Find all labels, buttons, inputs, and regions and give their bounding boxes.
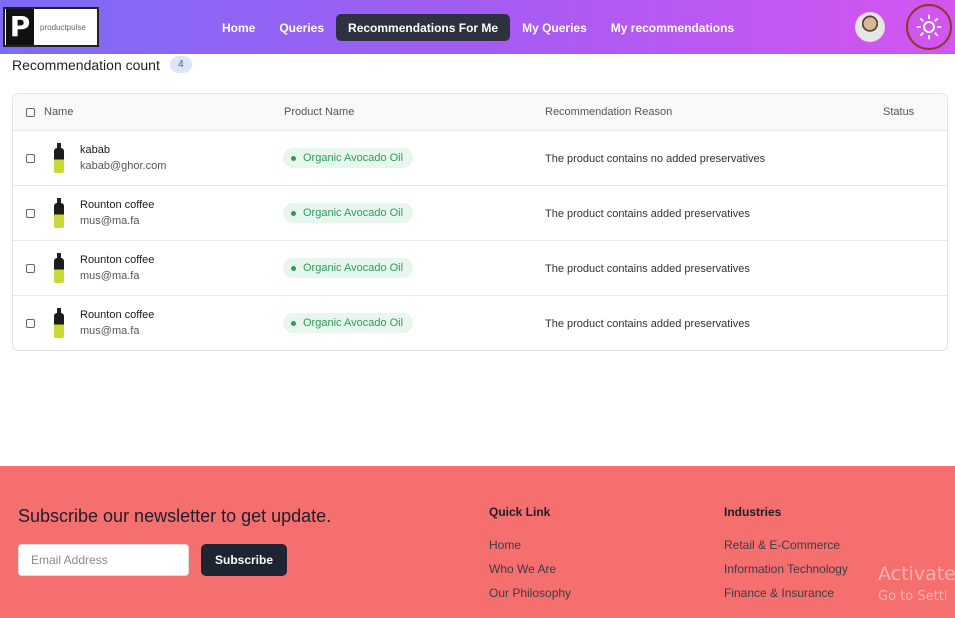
product-name: Organic Avocado Oil — [303, 207, 404, 219]
row-checkbox[interactable] — [26, 154, 35, 163]
footer-link-retail[interactable]: Retail & E-Commerce — [724, 538, 840, 552]
recommendation-count-row: Recommendation count 4 — [12, 56, 192, 73]
recommendation-count-badge: 4 — [169, 56, 192, 73]
product-badge: Organic Avocado Oil — [283, 258, 414, 278]
product-name: Organic Avocado Oil — [303, 262, 404, 274]
recommender-email: kabab@ghor.com — [80, 160, 167, 172]
select-all-checkbox[interactable] — [26, 108, 35, 117]
product-thumbnail — [53, 143, 65, 174]
recommendation-reason: The product contains added preservatives — [545, 208, 750, 220]
status-dot-icon — [291, 265, 296, 271]
recommender-email: mus@ma.fa — [80, 270, 140, 282]
product-badge: Organic Avocado Oil — [283, 148, 414, 168]
theme-toggle-button[interactable] — [906, 4, 952, 50]
newsletter-email-input[interactable] — [18, 544, 189, 576]
table-row: kabab kabab@ghor.com Organic Avocado Oil… — [13, 131, 947, 186]
logo-text: productpulse — [40, 22, 86, 32]
table-row: Rounton coffee mus@ma.fa Organic Avocado… — [13, 296, 947, 350]
recommender-name: Rounton coffee — [80, 309, 155, 321]
quick-link-heading: Quick Link — [489, 505, 551, 519]
recommender-email: mus@ma.fa — [80, 325, 140, 337]
table-row: Rounton coffee mus@ma.fa Organic Avocado… — [13, 241, 947, 296]
footer-link-home[interactable]: Home — [489, 538, 521, 552]
nav-my-queries[interactable]: My Queries — [510, 14, 599, 41]
row-checkbox[interactable] — [26, 209, 35, 218]
nav-recommendations-for-me[interactable]: Recommendations For Me — [336, 14, 511, 41]
industries-heading: Industries — [724, 505, 782, 519]
column-header-recommendation-reason[interactable]: Recommendation Reason — [545, 106, 672, 118]
row-checkbox[interactable] — [26, 264, 35, 273]
activation-watermark-subtitle: Go to Setti — [878, 589, 948, 604]
product-name: Organic Avocado Oil — [303, 317, 404, 329]
nav-my-recommendations[interactable]: My recommendations — [599, 14, 746, 41]
recommendation-count-title: Recommendation count — [12, 56, 160, 73]
footer-link-finance[interactable]: Finance & Insurance — [724, 586, 834, 600]
product-thumbnail — [53, 198, 65, 229]
status-dot-icon — [291, 155, 296, 161]
footer-link-our-philosophy[interactable]: Our Philosophy — [489, 586, 571, 600]
top-navbar: P productpulse Home Queries Recommendati… — [0, 0, 955, 54]
recommender-name: kabab — [80, 144, 110, 156]
recommender-name: Rounton coffee — [80, 254, 155, 266]
column-header-product-name[interactable]: Product Name — [284, 106, 354, 118]
table-row: Rounton coffee mus@ma.fa Organic Avocado… — [13, 186, 947, 241]
recommendations-table: Name Product Name Recommendation Reason … — [12, 93, 948, 351]
product-badge: Organic Avocado Oil — [283, 313, 414, 333]
subscribe-button[interactable]: Subscribe — [201, 544, 287, 576]
logo-letter: P — [9, 10, 31, 43]
activation-watermark-title: Activate — [878, 563, 955, 585]
newsletter-title: Subscribe our newsletter to get update. — [18, 506, 332, 526]
recommender-email: mus@ma.fa — [80, 215, 140, 227]
recommendation-reason: The product contains no added preservati… — [545, 153, 766, 165]
product-thumbnail — [53, 308, 65, 339]
product-badge: Organic Avocado Oil — [283, 203, 414, 223]
recommender-name: Rounton coffee — [80, 199, 155, 211]
footer-link-who-we-are[interactable]: Who We Are — [489, 562, 556, 576]
nav-home[interactable]: Home — [210, 14, 267, 41]
table-header: Name Product Name Recommendation Reason … — [13, 94, 947, 131]
recommendation-reason: The product contains added preservatives — [545, 263, 750, 275]
recommendation-reason: The product contains added preservatives — [545, 318, 750, 330]
column-header-status[interactable]: Status — [883, 106, 914, 118]
site-footer: Subscribe our newsletter to get update. … — [0, 466, 955, 618]
status-dot-icon — [291, 320, 296, 326]
row-checkbox[interactable] — [26, 319, 35, 328]
logo-mark: P — [6, 9, 34, 45]
brand-logo[interactable]: P productpulse — [3, 7, 99, 47]
status-dot-icon — [291, 210, 296, 216]
user-avatar[interactable] — [855, 12, 885, 42]
nav-links: Home Queries Recommendations For Me My Q… — [210, 14, 746, 41]
column-header-name[interactable]: Name — [44, 106, 73, 118]
sun-icon — [916, 14, 942, 40]
nav-queries[interactable]: Queries — [267, 14, 336, 41]
product-thumbnail — [53, 253, 65, 284]
product-name: Organic Avocado Oil — [303, 152, 404, 164]
footer-link-information-technology[interactable]: Information Technology — [724, 562, 848, 576]
